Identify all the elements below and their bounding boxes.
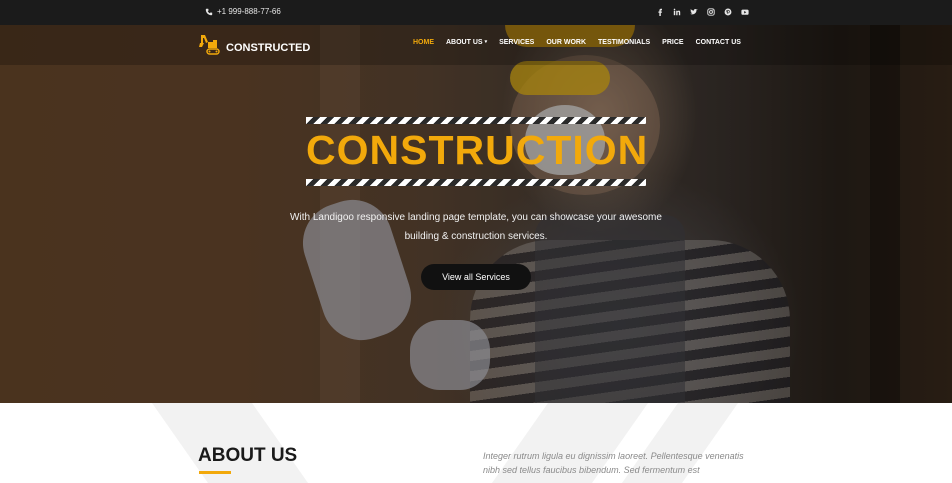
about-text: Integer rutrum ligula eu dignissim laore…	[483, 451, 744, 475]
nav-testimonials[interactable]: TESTIMONIALS	[598, 39, 650, 46]
brand-name: CONSTRUCTED	[226, 42, 311, 54]
phone-icon	[205, 8, 213, 15]
about-section: ABOUT US Integer rutrum ligula eu dignis…	[0, 403, 952, 483]
about-title-underline	[199, 471, 231, 474]
social-links	[656, 7, 749, 17]
brand-logo[interactable]: CONSTRUCTED	[198, 33, 310, 57]
primary-nav: HOME ABOUT US ▾ SERVICES OUR WORK TESTIMO…	[413, 39, 741, 46]
twitter-icon[interactable]	[690, 7, 698, 17]
nav-price[interactable]: PRICE	[662, 39, 683, 46]
hero-description: With Landigoo responsive landing page te…	[290, 212, 662, 242]
hazard-stripe-top	[306, 117, 646, 124]
nav-home[interactable]: HOME	[413, 39, 434, 46]
view-services-button[interactable]: View all Services	[421, 264, 531, 290]
nav-services[interactable]: SERVICES	[499, 39, 534, 46]
nav-contact-us[interactable]: CONTACT US	[696, 39, 741, 46]
nav-about-us[interactable]: ABOUT US ▾	[446, 39, 487, 46]
facebook-icon[interactable]	[656, 7, 664, 17]
top-bar: +1 999-888-77-66	[0, 0, 952, 25]
phone-contact[interactable]: +1 999-888-77-66	[205, 7, 281, 16]
hazard-stripe-bottom	[306, 179, 646, 186]
phone-number: +1 999-888-77-66	[217, 7, 281, 16]
nav-our-work[interactable]: OUR WORK	[546, 39, 586, 46]
youtube-icon[interactable]	[741, 7, 749, 17]
pinterest-icon[interactable]	[724, 7, 732, 17]
linkedin-icon[interactable]	[673, 7, 681, 17]
excavator-logo-icon	[199, 35, 220, 55]
about-title: ABOUT US	[198, 445, 298, 466]
instagram-icon[interactable]	[707, 7, 715, 17]
hero-title: CONSTRUCTION	[306, 127, 649, 173]
chevron-down-icon: ▾	[484, 39, 488, 45]
